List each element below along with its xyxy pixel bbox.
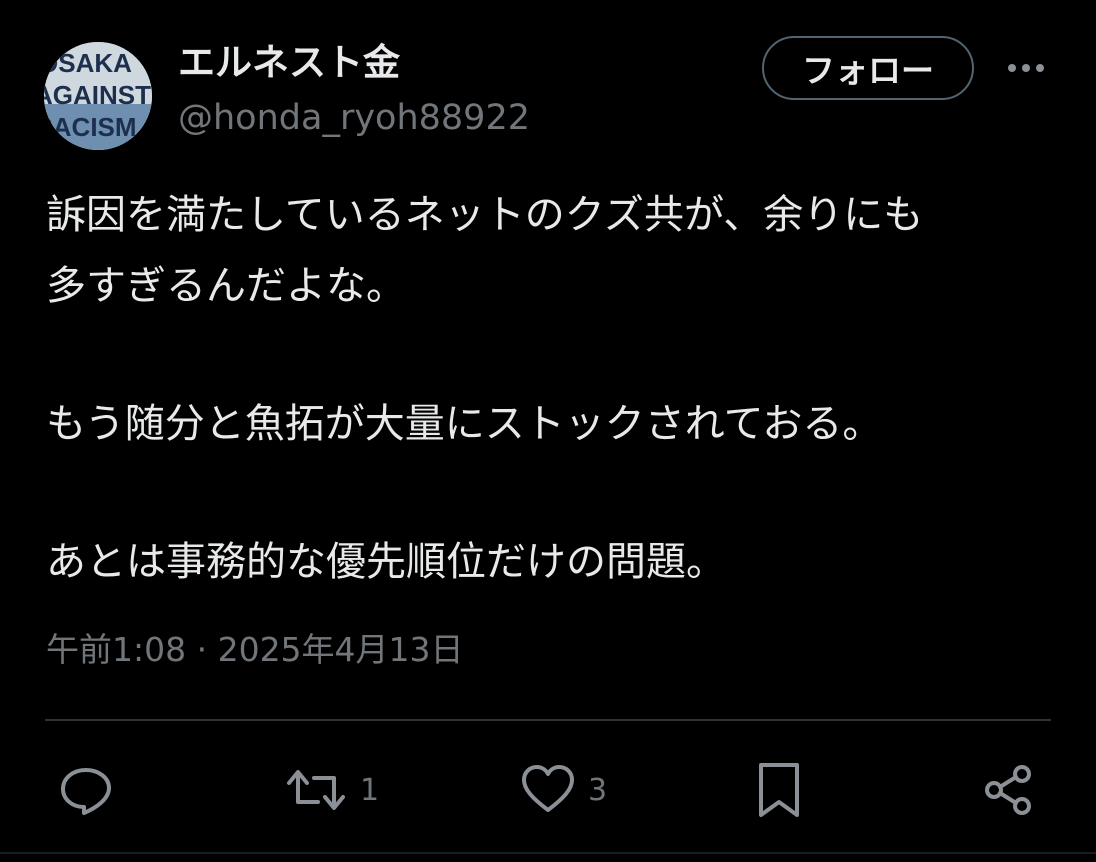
post-text-line: 訴因を満たしているネットのクズ共が、余りにも bbox=[46, 192, 924, 238]
avatar-text-1: OSAKA bbox=[44, 48, 132, 78]
repost-icon bbox=[287, 770, 345, 810]
like-button[interactable]: 3 bbox=[520, 758, 607, 822]
author-display-name[interactable]: エルネスト金 bbox=[178, 38, 530, 88]
avatar[interactable]: OSAKA AGAINST RACISM bbox=[44, 42, 152, 150]
author-handle[interactable]: @honda_ryoh88922 bbox=[178, 92, 530, 144]
reply-icon bbox=[61, 768, 111, 815]
reply-button[interactable] bbox=[58, 758, 114, 822]
bookmark-icon bbox=[759, 763, 799, 817]
author-names: エルネスト金 @honda_ryoh88922 bbox=[178, 38, 530, 144]
repost-count: 1 bbox=[360, 772, 380, 808]
bottom-divider bbox=[0, 852, 1096, 854]
post-text-line: 多すぎるんだよな。 bbox=[46, 263, 406, 309]
post-timestamp[interactable]: 午前1:08 · 2025年4月13日 bbox=[46, 624, 464, 676]
share-button[interactable] bbox=[982, 758, 1038, 822]
post-header: OSAKA AGAINST RACISM エルネスト金 @honda_ryoh8… bbox=[44, 36, 1054, 150]
action-bar: 1 3 bbox=[0, 740, 1096, 840]
follow-button[interactable]: フォロー bbox=[762, 36, 974, 100]
like-count: 3 bbox=[588, 772, 608, 808]
avatar-text-2: AGAINST bbox=[44, 80, 151, 110]
share-icon bbox=[985, 765, 1031, 815]
more-horizontal-icon bbox=[1008, 64, 1044, 72]
divider bbox=[45, 719, 1051, 721]
avatar-image: OSAKA AGAINST RACISM bbox=[44, 42, 152, 150]
post-text-line: もう随分と魚拓が大量にストックされておる。 bbox=[46, 401, 883, 447]
repost-button[interactable]: 1 bbox=[284, 758, 379, 822]
bookmark-button[interactable] bbox=[754, 758, 804, 822]
post-text: 訴因を満たしているネットのクズ共が、余りにも 多すぎるんだよな。 もう随分と魚拓… bbox=[46, 180, 1056, 598]
like-icon bbox=[522, 765, 574, 812]
avatar-text-3: RACISM bbox=[44, 112, 137, 142]
post-detail: OSAKA AGAINST RACISM エルネスト金 @honda_ryoh8… bbox=[0, 0, 1096, 862]
more-button[interactable] bbox=[1002, 48, 1050, 88]
post-text-line: あとは事務的な優先順位だけの問題。 bbox=[46, 539, 726, 585]
